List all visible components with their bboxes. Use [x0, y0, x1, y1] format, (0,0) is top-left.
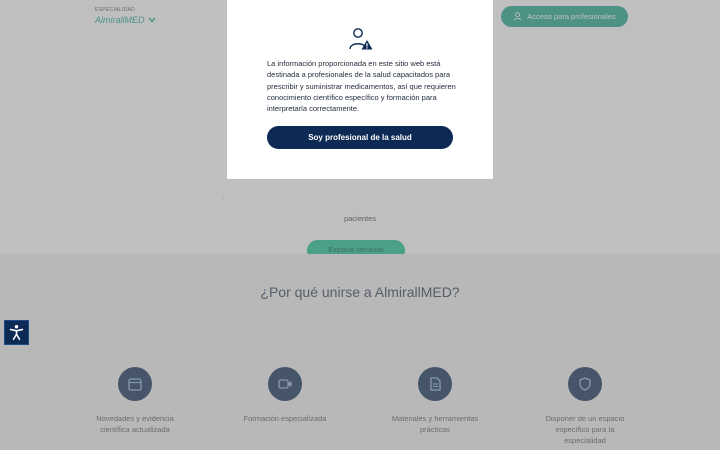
user-warning-icon — [349, 28, 373, 50]
disclaimer-text: La información proporcionada en este sit… — [267, 59, 456, 114]
confirm-professional-button[interactable]: Soy profesional de la salud — [267, 126, 453, 149]
accessibility-icon — [9, 325, 24, 341]
accessibility-button[interactable] — [4, 320, 29, 345]
professional-disclaimer-modal: La información proporcionada en este sit… — [227, 0, 493, 179]
